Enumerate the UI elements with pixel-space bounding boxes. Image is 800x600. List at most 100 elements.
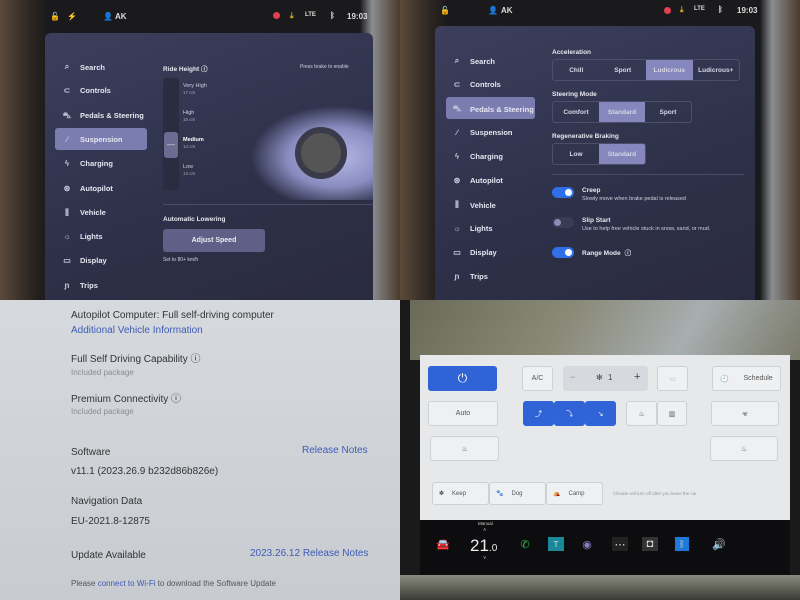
sidebar-item-autopilot[interactable]: ⊛ Autopilot [452, 176, 503, 185]
toggle-icon: ⊂ [63, 86, 71, 96]
ride-height-option[interactable]: Very High [183, 83, 207, 89]
temp-up-chevron[interactable]: ˄ [483, 528, 487, 534]
airflow-feet-button[interactable]: ↘ [585, 401, 616, 426]
update-release-notes-link[interactable]: 2023.26.12 Release Notes [250, 548, 368, 559]
toggle-slip-start[interactable] [552, 217, 574, 228]
steering-option-comfort[interactable]: Comfort [553, 102, 599, 122]
passenger-seat-heater-button[interactable]: ♨ [710, 436, 778, 461]
sidebar-item-label: Vehicle [470, 200, 496, 210]
user-name: AK [501, 6, 513, 15]
sidebar-item-pedals-steering[interactable]: ⛍ Pedals & Steering [62, 111, 144, 121]
ride-height-option[interactable]: High [183, 110, 194, 116]
schedule-label: Schedule [743, 375, 773, 382]
sidebar-item-vehicle[interactable]: ⫼ Vehicle [62, 208, 106, 218]
steering-option-standard[interactable]: Standard [599, 102, 645, 122]
adjust-speed-button[interactable]: Adjust Speed [163, 229, 265, 252]
info-icon[interactable]: ⓘ [191, 354, 201, 365]
regen-option-low[interactable]: Low [553, 144, 599, 164]
toggle-icon: ⊂ [453, 80, 461, 89]
temp-down-chevron[interactable]: ˅ [483, 556, 487, 562]
rear-defrost-icon: ▥ [668, 410, 676, 418]
screen-mirror-button[interactable]: ▭ [657, 366, 688, 391]
fan-decrease-button[interactable]: − [570, 372, 575, 382]
acceleration-option-sport[interactable]: Sport [600, 60, 647, 80]
climate-power-button[interactable]: ⏻ [428, 366, 497, 391]
front-defrost-button[interactable]: ♨ [626, 401, 657, 426]
sidebar-item-display[interactable]: ▭ Display [62, 256, 107, 266]
steering-mode-selector[interactable]: Comfort Standard Sport [552, 101, 692, 123]
acceleration-option-ludicrous[interactable]: Ludicrous [646, 60, 693, 80]
sidebar-item-pedals-steering[interactable]: ⛍ Pedals & Steering [452, 104, 534, 114]
toggle-range-mode[interactable] [552, 247, 574, 258]
phone-icon[interactable]: ✆ [517, 537, 533, 551]
info-icon[interactable]: ⓘ [171, 394, 181, 405]
sidebar-item-label: Pedals & Steering [470, 104, 534, 114]
regen-option-standard[interactable]: Standard [599, 144, 645, 164]
more-icon[interactable]: ⋯ [612, 537, 628, 551]
sidebar-item-search[interactable]: ⌕ Search [62, 62, 105, 72]
mode-keep-button[interactable]: ✽ Keep [432, 482, 489, 505]
driver-seat-heater-button[interactable]: ♨ [430, 436, 499, 461]
sidebar-item-suspension[interactable]: ∕ Suspension [62, 134, 122, 144]
mode-label: Dog [511, 490, 523, 497]
toybox-icon[interactable]: T [548, 537, 564, 551]
camera-icon[interactable]: ◉ [579, 537, 595, 551]
sidebar-item-lights[interactable]: ☼ Lights [62, 232, 102, 241]
acceleration-option-chill[interactable]: Chill [553, 60, 600, 80]
autopilot-computer-text: Autopilot Computer: Full self-driving co… [71, 310, 274, 321]
schedule-button[interactable]: 🕘 Schedule [712, 366, 781, 391]
steering-option-sport[interactable]: Sport [645, 102, 691, 122]
record-icon [664, 7, 671, 14]
release-notes-link[interactable]: Release Notes [302, 445, 368, 456]
sidebar-item-controls[interactable]: ⊂ Controls [62, 86, 111, 95]
acceleration-selector[interactable]: Chill Sport Ludicrous Ludicrous+ [552, 59, 740, 81]
sidebar-item-display[interactable]: ▭ Display [452, 248, 496, 257]
additional-info-link[interactable]: Additional Vehicle Information [71, 325, 203, 336]
sidebar-item-trips[interactable]: ɲ Trips [452, 272, 488, 281]
mode-dog-button[interactable]: 🐾 Dog [489, 482, 546, 505]
dashcam-icon[interactable]: ◘ [642, 537, 658, 551]
regen-braking-selector[interactable]: Low Standard [552, 143, 646, 165]
airflow-icon: ↘ [597, 410, 604, 418]
connectivity-title: Premium Connectivity ⓘ [71, 394, 182, 405]
airflow-face-button[interactable]: ⤴ [523, 401, 554, 426]
toggle-creep[interactable] [552, 187, 574, 198]
airflow-body-button[interactable]: ⤵ [554, 401, 585, 426]
sidebar-item-lights[interactable]: ☼ Lights [452, 224, 492, 233]
info-icon[interactable]: ⓘ [625, 250, 632, 257]
slider-handle[interactable]: — [164, 132, 178, 158]
fan-speed-stepper[interactable]: − ✻ 1 + [563, 366, 648, 391]
user-icon: 👤 [103, 12, 113, 21]
ride-height-option[interactable]: Low [183, 164, 193, 170]
rear-defrost-button[interactable]: ▥ [657, 401, 687, 426]
sidebar-item-suspension[interactable]: ∕ Suspension [452, 128, 512, 137]
car-icon[interactable]: 🚘 [435, 537, 451, 551]
sidebar-item-charging[interactable]: ϟ Charging [62, 159, 113, 168]
sidebar-item-vehicle[interactable]: ⫼ Vehicle [452, 200, 496, 210]
temperature-display[interactable]: 21.0 [470, 536, 497, 556]
mode-label: Keep [452, 490, 467, 497]
auto-button[interactable]: Auto [428, 401, 498, 426]
sidebar-item-search[interactable]: ⌕ Search [452, 56, 495, 66]
search-icon: ⌕ [64, 62, 70, 71]
sidebar-item-charging[interactable]: ϟ Charging [452, 152, 503, 161]
sidebar-item-autopilot[interactable]: ⊛ Autopilot [62, 184, 113, 193]
connect-wifi-link[interactable]: connect to Wi-Fi [98, 579, 156, 588]
volume-icon[interactable]: 🔊 [710, 537, 728, 551]
toggle-title: Creep [582, 187, 600, 194]
sidebar-item-trips[interactable]: ɲ Trips [62, 281, 98, 290]
bioweapon-mode-button[interactable]: ☣ [711, 401, 779, 426]
bluetooth-icon[interactable]: ᛒ [675, 537, 689, 551]
ac-button[interactable]: A/C [522, 366, 553, 391]
map-view[interactable] [410, 300, 800, 360]
sliders-icon: ⫼ [455, 200, 459, 209]
sidebar-item-controls[interactable]: ⊂ Controls [452, 80, 501, 89]
sidebar-item-label: Display [80, 256, 107, 266]
mode-camp-button[interactable]: ⛺ Camp [546, 482, 603, 505]
display-icon: ▭ [453, 248, 461, 257]
fan-increase-button[interactable]: + [634, 371, 640, 383]
brake-hint: Press brake to enable [300, 64, 349, 70]
ride-height-option[interactable]: Medium [183, 137, 204, 143]
suspension-icon: ∕ [66, 134, 68, 144]
acceleration-option-ludicrous[interactable]: Ludicrous+ [693, 60, 740, 80]
